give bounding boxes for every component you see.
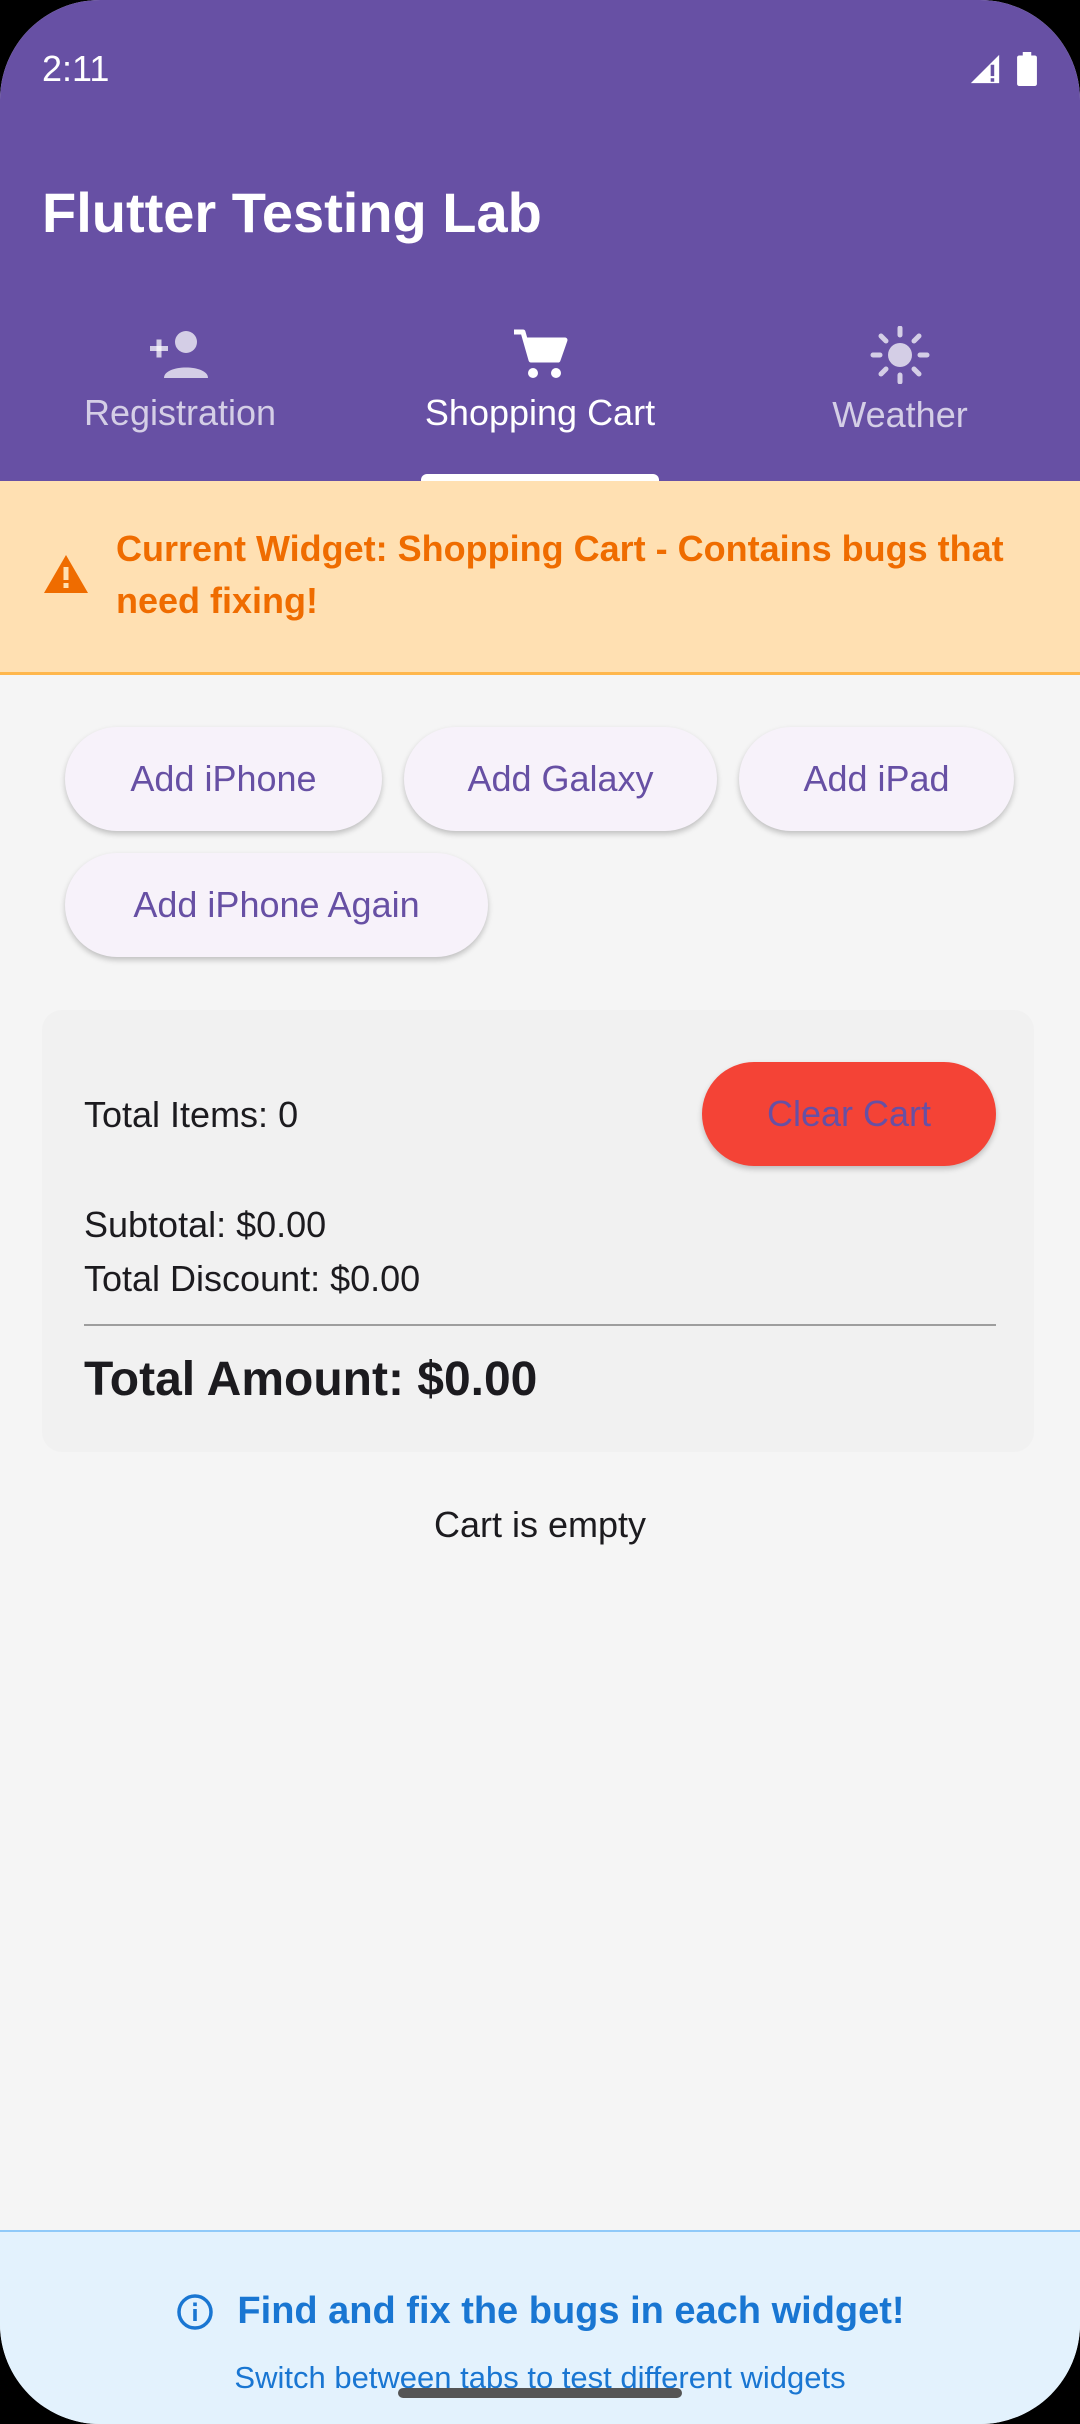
- phone-screen: 2:11 Flutter Testing Lab Registration Sh…: [0, 0, 1080, 2424]
- sun-icon: [870, 326, 930, 384]
- tab-registration-label: Registration: [83, 392, 277, 433]
- clear-cart-button[interactable]: Clear Cart: [702, 1062, 996, 1166]
- person-add-icon: [150, 331, 208, 378]
- footer-title-row: Find and fix the bugs in each widget!: [0, 2290, 1080, 2333]
- tab-shopping-cart[interactable]: Shopping Cart: [360, 320, 720, 481]
- footer-title: Find and fix the bugs in each widget!: [237, 2290, 905, 2332]
- total-items: Total Items: 0: [84, 1094, 299, 1135]
- battery-icon: [1017, 52, 1037, 86]
- cart-empty-text: Cart is empty: [433, 1504, 647, 1545]
- add-iphone-again-button[interactable]: Add iPhone Again: [65, 853, 488, 957]
- subtotal: Subtotal: $0.00: [84, 1204, 327, 1245]
- status-icons: [968, 52, 1038, 86]
- shopping-cart-icon: [514, 329, 568, 378]
- app-title: Flutter Testing Lab: [42, 181, 542, 244]
- tab-weather[interactable]: Weather: [720, 320, 1080, 481]
- total-discount: Total Discount: $0.00: [84, 1258, 421, 1299]
- tab-bar: Registration Shopping Cart Weather: [0, 320, 1080, 481]
- tab-weather-label: Weather: [832, 394, 968, 435]
- add-galaxy-button[interactable]: Add Galaxy: [404, 727, 717, 831]
- warning-banner: Current Widget: Shopping Cart - Contains…: [0, 481, 1080, 675]
- status-time: 2:11: [42, 48, 110, 89]
- summary-divider: [84, 1324, 996, 1326]
- tab-indicator: [421, 474, 659, 481]
- tab-shopping-cart-label: Shopping Cart: [424, 392, 656, 433]
- warning-icon: [44, 555, 88, 593]
- info-icon: [177, 2293, 214, 2330]
- signal-icon: [970, 54, 1000, 84]
- home-indicator[interactable]: [398, 2388, 682, 2398]
- app-bar: 2:11 Flutter Testing Lab Registration Sh…: [0, 0, 1080, 481]
- add-iphone-button[interactable]: Add iPhone: [65, 727, 382, 831]
- total-amount: Total Amount: $0.00: [84, 1353, 538, 1406]
- banner-text: Current Widget: Shopping Cart - Contains…: [116, 528, 1004, 621]
- add-ipad-button[interactable]: Add iPad: [739, 727, 1014, 831]
- tab-registration[interactable]: Registration: [0, 320, 360, 481]
